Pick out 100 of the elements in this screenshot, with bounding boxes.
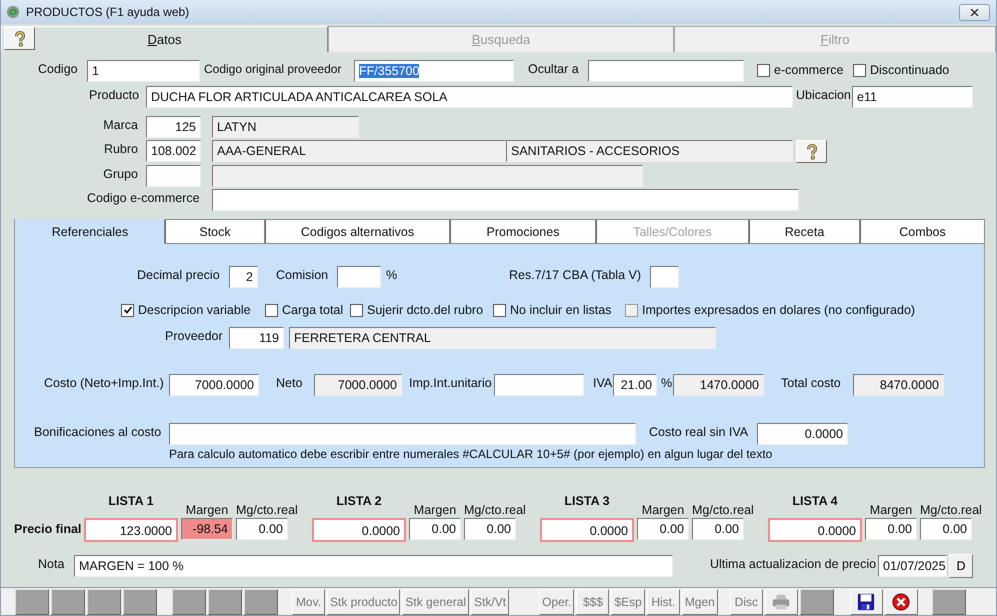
toolbar-button[interactable]: Mov. <box>292 588 325 614</box>
tab[interactable]: Combos <box>860 219 985 244</box>
checkbox[interactable] <box>493 304 506 316</box>
toolbar-button[interactable]: $Esp <box>611 588 645 614</box>
margin-field[interactable]: 0.00 <box>920 518 972 540</box>
help-button[interactable] <box>796 140 827 163</box>
column-label: Mg/cto.real <box>464 503 524 517</box>
price-field[interactable]: 0.0000 <box>540 518 634 542</box>
window-title: PRODUCTOS (F1 ayuda web) <box>26 5 190 19</box>
readonly-field: 1470.0000 <box>673 374 764 396</box>
save-button[interactable] <box>850 588 883 614</box>
toolbar-button[interactable]: Stk/Vt <box>471 588 510 614</box>
tab[interactable]: Receta <box>749 219 860 244</box>
checkbox[interactable] <box>757 64 770 76</box>
toolbar-button[interactable]: Stk general <box>402 588 470 614</box>
toolbar-button[interactable] <box>123 588 157 614</box>
field-label: Costo real sin IVA <box>649 424 750 439</box>
toolbar-button[interactable]: Oper. <box>539 588 574 614</box>
margin-field[interactable]: 0.00 <box>692 518 744 540</box>
margin-field[interactable]: 0.00 <box>464 518 516 540</box>
toolbar-button[interactable] <box>932 588 966 614</box>
toolbar-button[interactable] <box>51 588 85 614</box>
checkbox[interactable] <box>853 64 866 76</box>
price-field[interactable]: 0.0000 <box>768 518 862 542</box>
readonly-field: FERRETERA CENTRAL <box>289 327 716 349</box>
field-label: Neto <box>276 375 304 390</box>
input-field[interactable]: e11 <box>852 86 973 108</box>
margin-field[interactable]: 0.00 <box>409 518 461 540</box>
field-label: IVA <box>593 375 613 390</box>
checkbox[interactable] <box>350 304 363 316</box>
cancel-icon <box>891 592 912 610</box>
tab[interactable]: Codigos alternativos <box>265 219 450 244</box>
toolbar-button[interactable]: Stk producto <box>327 588 400 614</box>
column-label: Margen <box>868 503 914 517</box>
help-icon <box>14 30 26 46</box>
toolbar-button[interactable] <box>172 588 206 614</box>
field-label: Rubro <box>102 141 139 156</box>
field-label: Comision <box>276 267 330 282</box>
toolbar-button[interactable] <box>800 588 834 614</box>
input-field[interactable]: 2 <box>229 266 258 288</box>
readonly-field: 8470.0000 <box>853 374 944 396</box>
field-label: Precio final <box>14 522 82 536</box>
input-field[interactable] <box>212 189 799 211</box>
toolbar-button[interactable]: Hist. <box>646 588 680 614</box>
margin-field[interactable]: 0.00 <box>236 518 288 540</box>
input-field[interactable]: FF/355700 <box>354 60 514 82</box>
field-label: Codigo <box>38 61 79 76</box>
column-label: Mg/cto.real <box>920 503 980 517</box>
column-label: Mg/cto.real <box>692 503 752 517</box>
input-field[interactable]: 0.0000 <box>757 423 848 445</box>
checkbox-label: Descripcion variable <box>138 303 251 317</box>
field-label: Decimal precio <box>137 267 221 282</box>
list-title: LISTA 1 <box>107 494 155 508</box>
tab[interactable]: Stock <box>165 219 265 244</box>
column-label: Mg/cto.real <box>236 503 296 517</box>
input-field[interactable]: 21.00 <box>613 374 657 396</box>
input-field[interactable]: DUCHA FLOR ARTICULADA ANTICALCAREA SOLA <box>146 86 793 108</box>
input-field[interactable] <box>337 266 381 288</box>
tab[interactable]: Promociones <box>450 219 596 244</box>
input-field[interactable] <box>650 266 679 288</box>
toolbar-button[interactable] <box>244 588 278 614</box>
margin-field[interactable]: 0.00 <box>637 518 689 540</box>
field-label: Bonificaciones al costo <box>34 424 162 439</box>
print-button[interactable] <box>764 588 798 614</box>
input-field[interactable]: 119 <box>229 327 284 349</box>
input-field[interactable] <box>146 165 201 187</box>
toolbar-button[interactable]: Disc <box>730 588 763 614</box>
field-label: Ubicacion <box>796 87 852 102</box>
close-button[interactable] <box>959 4 990 20</box>
price-field[interactable]: 123.0000 <box>84 518 178 542</box>
readonly-field: 7000.0000 <box>314 374 402 396</box>
input-field[interactable]: 108.002 <box>146 140 201 162</box>
column-label: Margen <box>412 503 458 517</box>
checkbox[interactable] <box>265 304 278 316</box>
column-label: Margen <box>184 503 230 517</box>
checkbox[interactable] <box>121 304 134 316</box>
tab[interactable]: Datos <box>1 26 328 52</box>
input-field[interactable]: 125 <box>146 116 201 138</box>
date-button[interactable]: D <box>949 554 973 578</box>
input-field[interactable] <box>588 60 744 82</box>
margin-field[interactable]: -98.54 <box>181 518 233 540</box>
toolbar-button[interactable]: $$$ <box>576 588 610 614</box>
input-field[interactable] <box>494 374 584 396</box>
toolbar-button[interactable]: Mgen <box>682 588 718 614</box>
readonly-field: SANITARIOS - ACCESORIOS <box>506 140 793 162</box>
toolbar-button[interactable] <box>87 588 121 614</box>
price-field[interactable]: 0.0000 <box>312 518 406 542</box>
input-field[interactable]: 1 <box>87 60 200 82</box>
input-field[interactable] <box>169 423 636 445</box>
app-icon <box>6 5 20 19</box>
input-field[interactable]: MARGEN = 100 % <box>74 555 673 577</box>
toolbar-button[interactable] <box>208 588 242 614</box>
readonly-field: AAA-GENERAL <box>212 140 506 162</box>
input-field[interactable]: 7000.0000 <box>169 374 259 396</box>
toolbar-button[interactable] <box>15 588 49 614</box>
cancel-button[interactable] <box>884 588 918 614</box>
list-title: LISTA 2 <box>335 494 383 508</box>
date-field[interactable]: 01/07/2025 <box>878 555 947 577</box>
help-button[interactable] <box>4 27 35 50</box>
margin-field[interactable]: 0.00 <box>865 518 917 540</box>
